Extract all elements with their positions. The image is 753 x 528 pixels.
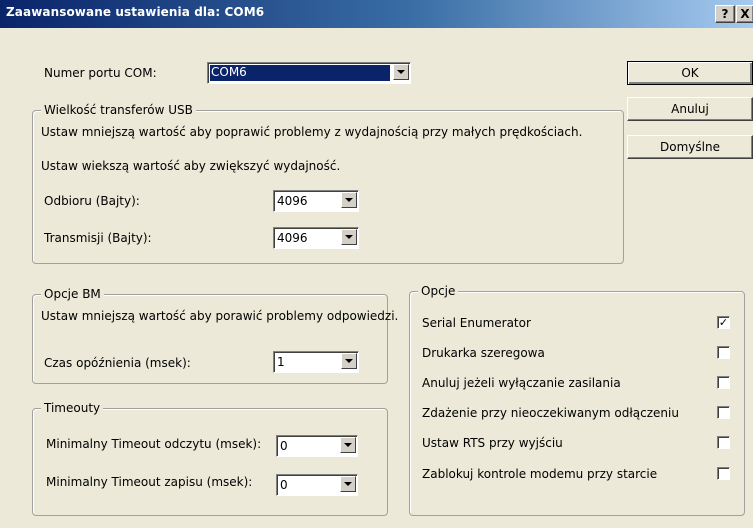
chevron-down-icon[interactable]: [393, 64, 409, 80]
receive-size-value: 4096: [277, 194, 308, 208]
receive-size-select[interactable]: 4096: [273, 190, 359, 212]
bm-options-legend: Opcje BM: [41, 287, 104, 301]
chevron-down-icon[interactable]: [340, 476, 356, 492]
option-surprise-removal-label: Zdażenie przy nieoczekiwanym odłączeniu: [422, 406, 679, 420]
option-cancel-power-off-label: Anuluj jeżeli wyłączanie zasilania: [422, 376, 621, 390]
chevron-down-icon[interactable]: [340, 437, 356, 453]
title-bar: Zaawansowane ustawienia dla: COM6 ? X: [0, 0, 753, 28]
read-timeout-select[interactable]: 0: [276, 435, 358, 457]
usb-hint-large: Ustaw wiekszą wartość aby zwiększyć wyda…: [41, 159, 341, 173]
write-timeout-value: 0: [280, 478, 288, 492]
timeouts-legend: Timeouty: [41, 401, 104, 415]
usb-transfer-legend: Wielkość transferów USB: [41, 103, 196, 117]
read-timeout-label: Minimalny Timeout odczytu (msek):: [46, 437, 262, 451]
latency-label: Czas opóźnienia (msek):: [44, 356, 191, 370]
option-disable-modem-ctrl-checkbox[interactable]: [717, 467, 730, 480]
usb-hint-small: Ustaw mniejszą wartość aby poprawić prob…: [41, 125, 583, 139]
close-button[interactable]: X: [736, 5, 753, 23]
option-serial-printer-checkbox[interactable]: [717, 346, 730, 359]
option-rts-on-close-label: Ustaw RTS przy wyjściu: [422, 436, 563, 450]
option-serial-enumerator-label: Serial Enumerator: [422, 316, 531, 330]
read-timeout-value: 0: [280, 439, 288, 453]
option-serial-enumerator-checkbox[interactable]: ✓: [717, 316, 730, 329]
com-port-select[interactable]: COM6: [207, 62, 411, 84]
option-rts-on-close-checkbox[interactable]: [717, 436, 730, 449]
com-port-label: Numer portu COM:: [44, 66, 157, 80]
option-serial-printer-label: Drukarka szeregowa: [422, 346, 545, 360]
option-surprise-removal-checkbox[interactable]: [717, 406, 730, 419]
write-timeout-select[interactable]: 0: [276, 474, 358, 496]
receive-label: Odbioru (Bajty):: [44, 194, 140, 208]
latency-value: 1: [277, 355, 285, 369]
chevron-down-icon[interactable]: [341, 229, 357, 245]
write-timeout-label: Minimalny Timeout zapisu (msek):: [46, 475, 253, 489]
timeouts-group: Timeouty: [32, 401, 388, 516]
transmit-label: Transmisji (Bajty):: [44, 231, 152, 245]
ok-button[interactable]: OK: [627, 61, 753, 85]
latency-select[interactable]: 1: [273, 351, 359, 373]
window-title: Zaawansowane ustawienia dla: COM6: [6, 5, 265, 19]
defaults-button[interactable]: Domyślne: [627, 135, 753, 159]
option-disable-modem-ctrl-label: Zablokuj kontrole modemu przy starcie: [422, 467, 658, 481]
options-legend: Opcje: [418, 284, 459, 298]
transmit-size-select[interactable]: 4096: [273, 227, 359, 249]
com-port-value: COM6: [210, 65, 390, 81]
cancel-button[interactable]: Anuluj: [627, 97, 753, 121]
transmit-size-value: 4096: [277, 231, 308, 245]
option-cancel-power-off-checkbox[interactable]: [717, 376, 730, 389]
chevron-down-icon[interactable]: [341, 353, 357, 369]
chevron-down-icon[interactable]: [341, 192, 357, 208]
bm-hint: Ustaw mniejszą wartość aby porawić probl…: [41, 309, 399, 323]
help-button[interactable]: ?: [715, 5, 735, 23]
